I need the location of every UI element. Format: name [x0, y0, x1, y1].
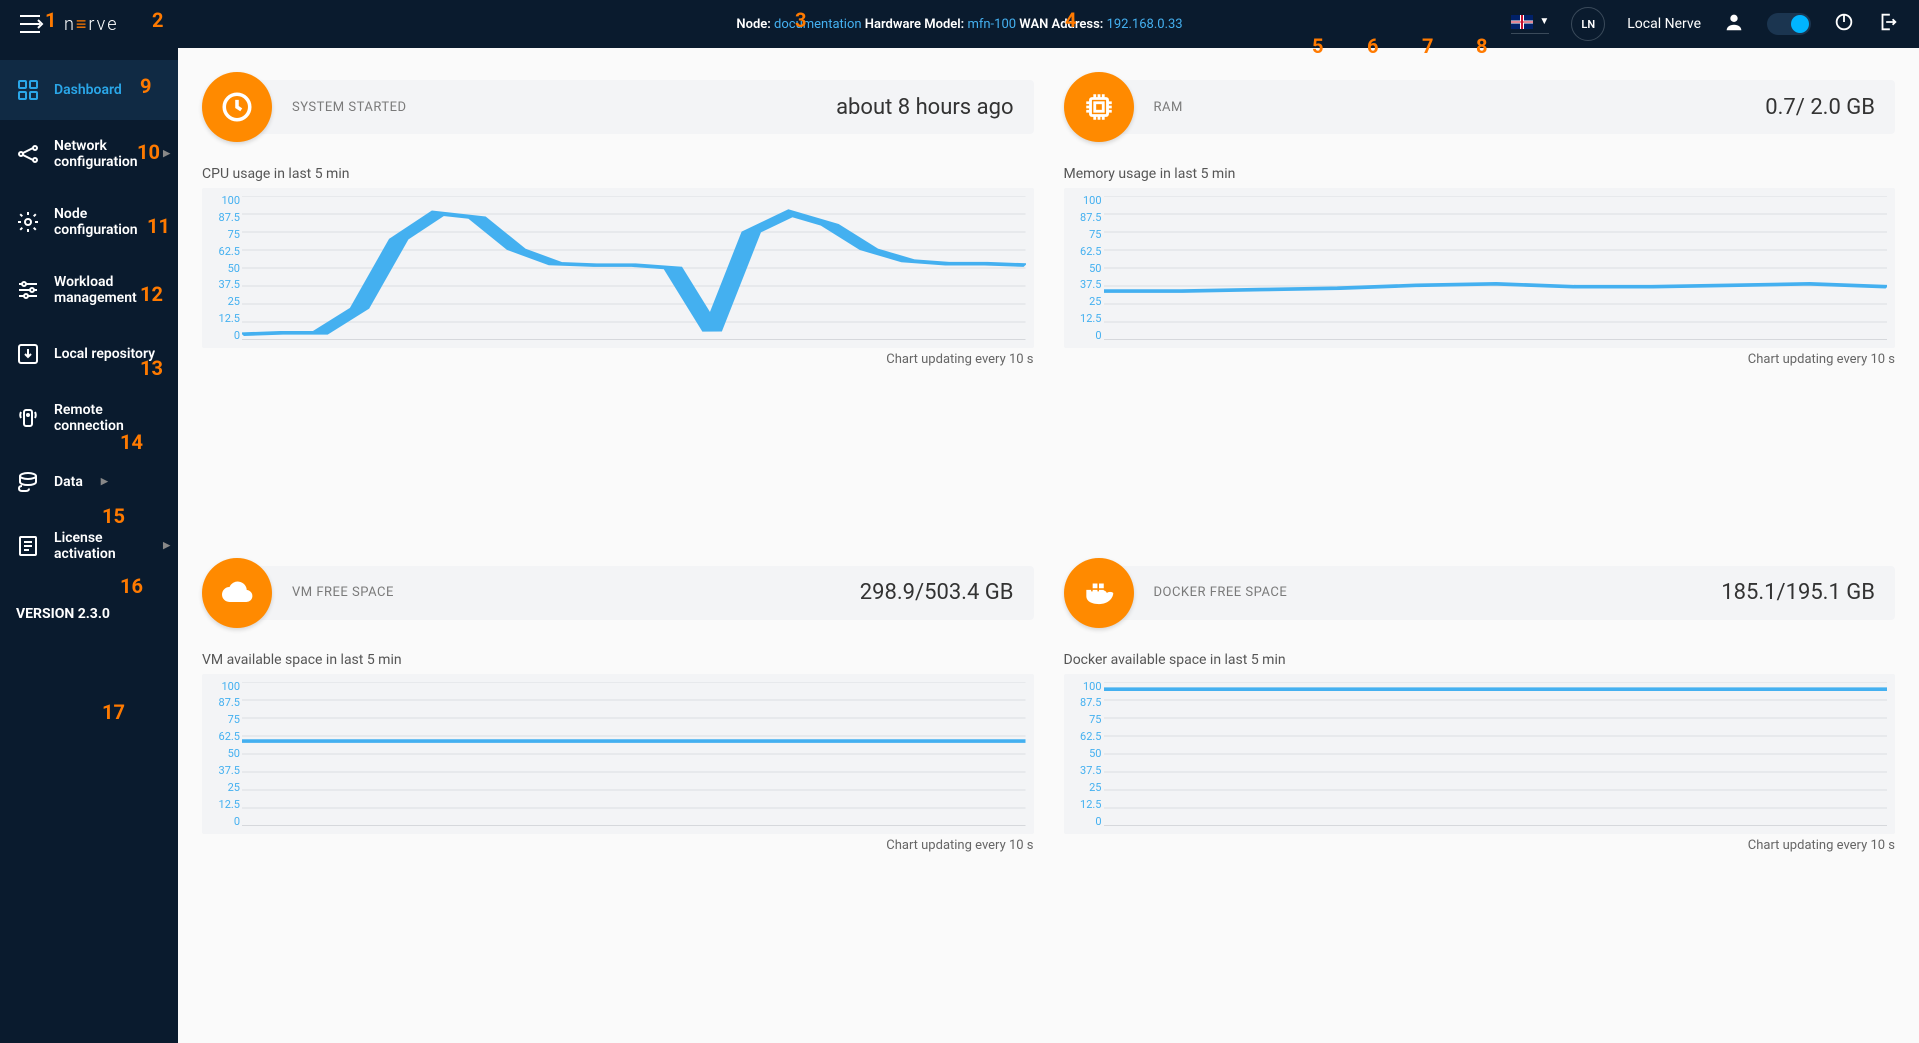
logo: n≡rve: [64, 14, 119, 35]
y-axis: 10087.57562.55037.52512.50: [1068, 680, 1102, 828]
sidebar-item-label: Dashboard: [54, 82, 122, 98]
flag-uk-icon: [1511, 15, 1533, 29]
y-axis: 10087.57562.55037.52512.50: [1068, 194, 1102, 342]
card-type: VM FREE SPACE: [292, 585, 394, 600]
card-value: 298.9/503.4 GB: [860, 580, 1014, 605]
chart-footer: Chart updating every 10 s: [202, 838, 1034, 853]
vm-chart: 10087.57562.55037.52512.50: [202, 674, 1034, 834]
chip-icon: [1064, 72, 1134, 142]
docker-icon: [1064, 558, 1134, 628]
sidebar-item-dashboard[interactable]: Dashboard: [0, 60, 178, 120]
sidebar-item-network[interactable]: Network configuration ▶: [0, 120, 178, 188]
sidebar-item-label: License activation: [54, 530, 162, 562]
card-value: 0.7/ 2.0 GB: [1765, 95, 1875, 120]
model-label: Hardware Model:: [865, 17, 964, 32]
sidebar-item-label: Node configuration: [54, 206, 162, 238]
card-value: about 8 hours ago: [836, 95, 1013, 120]
chevron-right-icon: ▶: [163, 149, 170, 159]
chart-footer: Chart updating every 10 s: [202, 352, 1034, 367]
docker-chart: 10087.57562.55037.52512.50: [1064, 674, 1896, 834]
hamburger-icon[interactable]: [20, 14, 44, 34]
y-axis: 10087.57562.55037.52512.50: [206, 194, 240, 342]
sidebar-item-label: Workload management: [54, 274, 162, 306]
card-system: SYSTEM STARTED about 8 hours ago CPU usa…: [202, 72, 1034, 534]
cloud-icon: [202, 558, 272, 628]
card-vm: VM FREE SPACE 298.9/503.4 GB VM availabl…: [202, 558, 1034, 1020]
plot-area: [1104, 196, 1888, 340]
remote-icon: [16, 406, 40, 430]
wan-label: WAN Address:: [1019, 17, 1103, 32]
chevron-right-icon: ▶: [101, 477, 108, 487]
sliders-icon: [16, 278, 40, 302]
chart-footer: Chart updating every 10 s: [1064, 838, 1896, 853]
plot-area: [242, 682, 1026, 826]
chart-footer: Chart updating every 10 s: [1064, 352, 1896, 367]
logout-icon[interactable]: [1877, 11, 1899, 37]
sidebar: Dashboard Network configuration ▶ Node c…: [0, 48, 178, 1043]
reboot-icon[interactable]: [1833, 11, 1855, 37]
card-type: DOCKER FREE SPACE: [1154, 585, 1288, 600]
network-icon: [16, 142, 40, 166]
plot-area: [1104, 682, 1888, 826]
license-icon: [16, 534, 40, 558]
card-type: SYSTEM STARTED: [292, 100, 407, 115]
y-axis: 10087.57562.55037.52512.50: [206, 680, 240, 828]
sidebar-item-local-repo[interactable]: Local repository: [0, 324, 178, 384]
dashboard-icon: [16, 78, 40, 102]
node-info: Node: documentation Hardware Model: mfn-…: [736, 17, 1182, 32]
chevron-down-icon: ▼: [1539, 16, 1549, 27]
wan-value: 192.168.0.33: [1107, 17, 1183, 32]
card-docker: DOCKER FREE SPACE 185.1/195.1 GB Docker …: [1064, 558, 1896, 1020]
model-value: mfn-100: [967, 17, 1016, 32]
database-cloud-icon: [16, 470, 40, 494]
node-label: Node:: [736, 17, 770, 32]
ln-badge[interactable]: LN: [1571, 7, 1605, 41]
card-type: RAM: [1154, 100, 1183, 115]
sidebar-item-label: Local repository: [54, 346, 155, 362]
content-area: SYSTEM STARTED about 8 hours ago CPU usa…: [178, 48, 1919, 1043]
user-icon[interactable]: [1723, 11, 1745, 37]
user-name: Local Nerve: [1627, 16, 1701, 32]
clock-icon: [202, 72, 272, 142]
chevron-right-icon: ▶: [163, 541, 170, 551]
sidebar-item-label: Network configuration: [54, 138, 162, 170]
sidebar-item-label: Remote connection: [54, 402, 162, 434]
sidebar-item-license[interactable]: License activation ▶: [0, 512, 178, 580]
topbar: n≡rve Node: documentation Hardware Model…: [0, 0, 1919, 48]
ram-chart: 10087.57562.55037.52512.50: [1064, 188, 1896, 348]
plot-area: [242, 196, 1026, 340]
chart-title: VM available space in last 5 min: [202, 652, 1034, 668]
gear-icon: [16, 210, 40, 234]
node-value: documentation: [774, 17, 862, 32]
chart-title: CPU usage in last 5 min: [202, 166, 1034, 182]
connection-toggle[interactable]: [1767, 13, 1811, 35]
sidebar-item-remote[interactable]: Remote connection: [0, 384, 178, 452]
sidebar-item-data[interactable]: Data ▶: [0, 452, 178, 512]
chart-title: Docker available space in last 5 min: [1064, 652, 1896, 668]
sidebar-item-workload[interactable]: Workload management: [0, 256, 178, 324]
download-box-icon: [16, 342, 40, 366]
cpu-chart: 10087.57562.55037.52512.50: [202, 188, 1034, 348]
card-ram: RAM 0.7/ 2.0 GB Memory usage in last 5 m…: [1064, 72, 1896, 534]
version-label: VERSION 2.3.0: [0, 588, 178, 640]
chart-title: Memory usage in last 5 min: [1064, 166, 1896, 182]
sidebar-item-label: Data: [54, 474, 83, 490]
card-value: 185.1/195.1 GB: [1721, 580, 1875, 605]
language-selector[interactable]: ▼: [1511, 15, 1549, 34]
sidebar-item-node-config[interactable]: Node configuration: [0, 188, 178, 256]
